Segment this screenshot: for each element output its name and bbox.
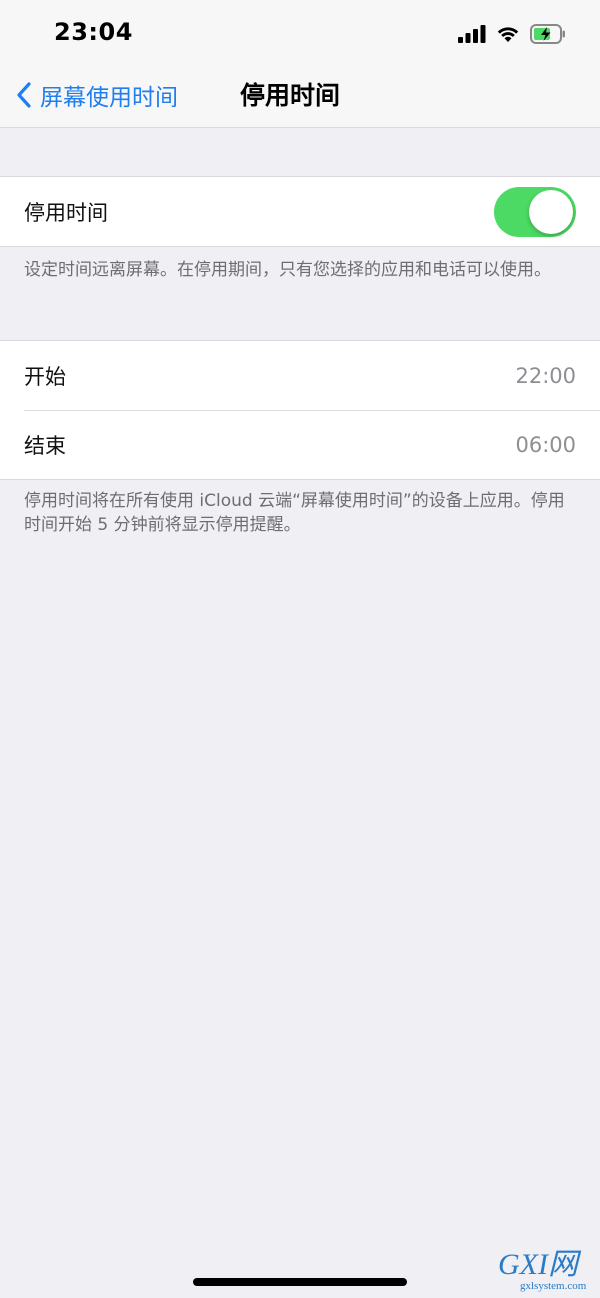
end-time-label: 结束 [24, 433, 66, 458]
toggle-knob [529, 189, 573, 234]
page-title: 停用时间 [0, 76, 600, 112]
start-time-row[interactable]: 开始 22:00 [0, 341, 600, 410]
end-time-value: 06:00 [515, 432, 576, 457]
start-time-value: 22:00 [515, 363, 576, 388]
status-time: 23:04 [54, 18, 133, 46]
downtime-toggle-label: 停用时间 [24, 200, 108, 225]
end-time-row[interactable]: 结束 06:00 [0, 410, 600, 479]
downtime-toggle-row: 停用时间 [0, 177, 600, 246]
downtime-toggle-group: 停用时间 [0, 176, 600, 247]
watermark-url: gxlsystem.com [520, 1280, 587, 1292]
schedule-group: 开始 22:00 结束 06:00 [0, 340, 600, 480]
start-time-label: 开始 [24, 364, 66, 389]
downtime-toggle-switch[interactable] [494, 186, 576, 237]
downtime-description: 设定时间远离屏幕。在停用期间，只有您选择的应用和电话可以使用。 [24, 260, 551, 280]
home-indicator [193, 1278, 407, 1286]
status-icons [458, 22, 566, 46]
battery-charging-icon [530, 24, 565, 44]
watermark-logo-text: GXI网 [498, 1248, 578, 1281]
cellular-signal-icon [458, 25, 486, 43]
watermark-logo: GXI网 gxlsystem.com [498, 1250, 594, 1294]
wifi-icon [497, 27, 519, 42]
schedule-description: 停用时间将在所有使用 iCloud 云端“屏幕使用时间”的设备上应用。停用时间开… [24, 491, 565, 535]
navigation-bar: 屏幕使用时间 停用时间 [0, 62, 600, 128]
status-bar: 23:04 [0, 0, 600, 62]
page-title-text: 停用时间 [239, 81, 340, 110]
